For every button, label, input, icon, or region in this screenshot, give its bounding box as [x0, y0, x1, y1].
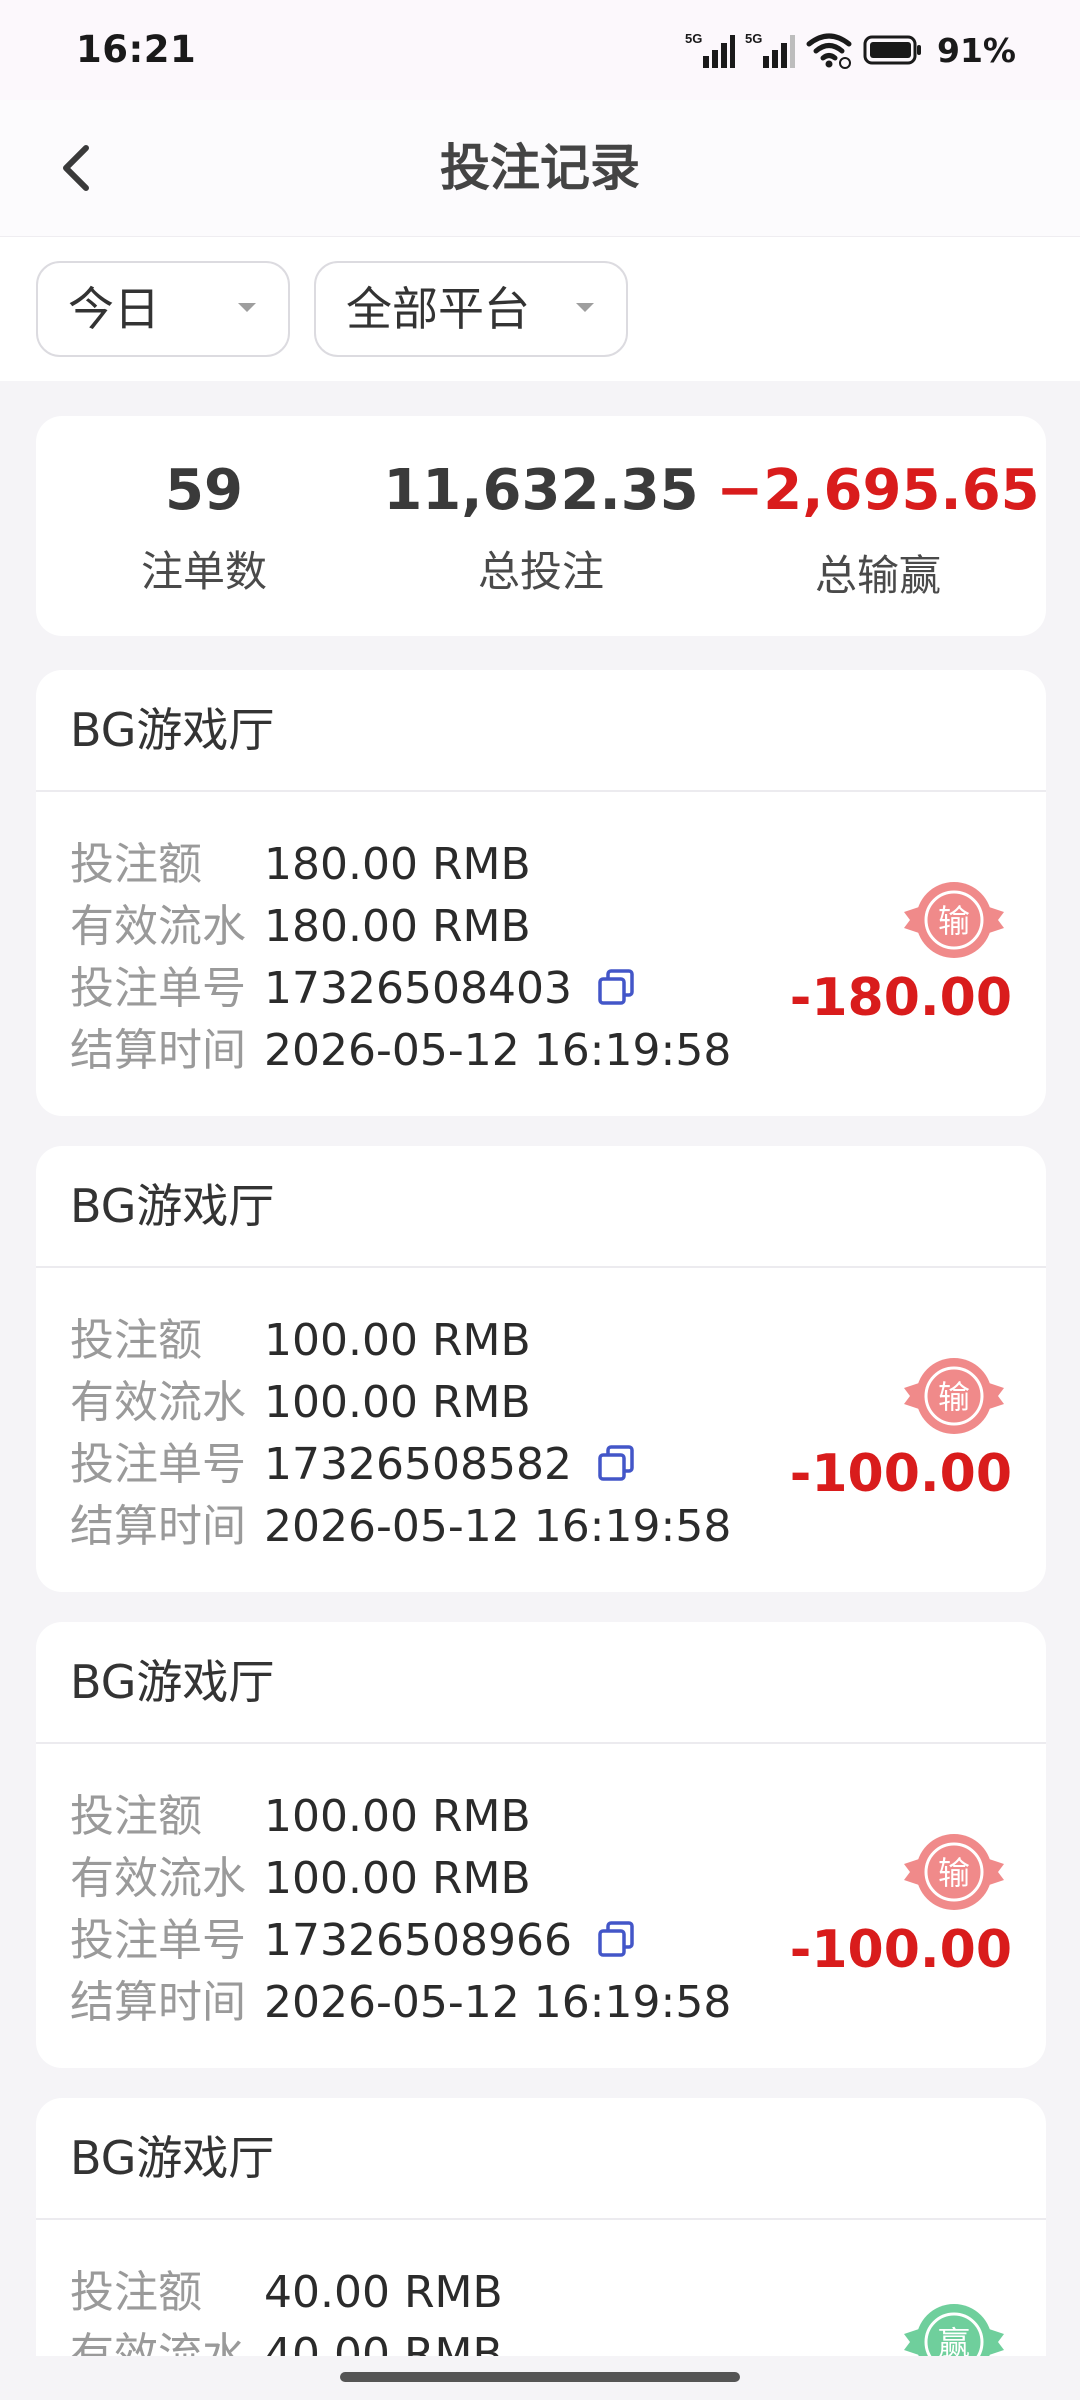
bet-card-header: BG游戏厅 — [36, 1622, 1046, 1744]
battery-percent: 91% — [937, 30, 1016, 70]
bet-amount-value: 100.00 RMB — [264, 1791, 531, 1842]
caret-down-icon — [576, 303, 594, 312]
settle-time-label: 结算时间 — [70, 1025, 246, 1076]
loss-stamp-text: 输 — [938, 1854, 970, 1892]
settle-time-value: 2026-05-12 16:19:58 — [264, 1025, 732, 1076]
bet-amount-row: 投注额 180.00 RMB — [70, 834, 531, 896]
game-hall-name: BG游戏厅 — [70, 2131, 275, 2185]
cellular-signal-icon-2: 5G — [745, 31, 795, 68]
bet-record-card[interactable]: BG游戏厅 投注额 100.00 RMB 有效流水 100.00 RMB 投注单号 1… — [36, 1622, 1046, 2068]
settle-time-row: 结算时间 2026-05-12 16:19:58 — [70, 1020, 731, 1082]
date-filter-select[interactable]: 今日 — [36, 261, 290, 357]
settle-time-value: 2026-05-12 16:19:58 — [264, 1977, 732, 2028]
battery-icon — [863, 35, 921, 65]
filter-row: 今日 全部平台 — [0, 236, 1080, 381]
cellular-signal-icon: 5G — [685, 31, 735, 68]
valid-turnover-row: 有效流水 180.00 RMB — [70, 896, 531, 958]
loss-stamp-icon: 输 — [904, 882, 1004, 958]
loss-stamp-text: 输 — [938, 902, 970, 940]
bet-amount-label: 投注额 — [70, 2267, 202, 2318]
order-number-value: 17326508582 — [264, 1439, 572, 1490]
valid-turnover-label: 有效流水 — [70, 1377, 246, 1428]
win-loss-amount: -100.00 — [789, 1444, 1012, 1504]
settle-time-label: 结算时间 — [70, 1501, 246, 1552]
game-hall-name: BG游戏厅 — [70, 703, 275, 757]
platform-filter-select[interactable]: 全部平台 — [314, 261, 628, 357]
caret-down-icon — [238, 303, 256, 312]
copy-icon[interactable] — [596, 1443, 636, 1483]
status-bar: 16:21 5G 5G 91% — [0, 0, 1080, 100]
settle-time-row: 结算时间 2026-05-12 16:19:58 — [70, 1496, 731, 1558]
bet-amount-label: 投注额 — [70, 1791, 202, 1842]
bet-card-header: BG游戏厅 — [36, 1146, 1046, 1268]
total-winloss-value: −2,695.65 — [716, 458, 1040, 523]
nav-bar: 投注记录 — [0, 100, 1080, 236]
valid-turnover-row: 有效流水 100.00 RMB — [70, 1848, 531, 1910]
bet-amount-label: 投注额 — [70, 1315, 202, 1366]
bet-record-card[interactable]: BG游戏厅 投注额 100.00 RMB 有效流水 100.00 RMB 投注单号 1… — [36, 1146, 1046, 1592]
back-button[interactable] — [46, 132, 110, 204]
settle-time-row: 结算时间 2026-05-12 16:19:58 — [70, 1972, 731, 2034]
copy-icon[interactable] — [596, 1919, 636, 1959]
bet-amount-row: 投注额 100.00 RMB — [70, 1786, 531, 1848]
bet-amount-value: 180.00 RMB — [264, 839, 531, 890]
bet-amount-value: 40.00 RMB — [264, 2267, 503, 2318]
total-bet-value: 11,632.35 — [383, 458, 699, 523]
valid-turnover-label: 有效流水 — [70, 901, 246, 952]
settle-time-value: 2026-05-12 16:19:58 — [264, 1501, 732, 1552]
order-number-value: 17326508403 — [264, 963, 572, 1014]
valid-turnover-value: 100.00 RMB — [264, 1853, 531, 1904]
total-bet-label: 总投注 — [477, 547, 604, 596]
order-number-value: 17326508966 — [264, 1915, 572, 1966]
wifi-icon — [806, 33, 852, 69]
win-loss-amount: -100.00 — [789, 1920, 1012, 1980]
order-number-label: 投注单号 — [70, 1915, 246, 1966]
bet-card-header: BG游戏厅 — [36, 2098, 1046, 2220]
win-loss-amount: -180.00 — [789, 968, 1012, 1028]
loss-stamp-text: 输 — [938, 1378, 970, 1416]
settle-time-label: 结算时间 — [70, 1977, 246, 2028]
chevron-left-icon — [63, 145, 89, 191]
page-title: 投注记录 — [440, 139, 640, 197]
game-hall-name: BG游戏厅 — [70, 1655, 275, 1709]
platform-filter-label: 全部平台 — [346, 282, 530, 336]
bet-count-label: 注单数 — [140, 547, 267, 596]
bet-amount-row: 投注额 40.00 RMB — [70, 2262, 503, 2324]
total-winloss-label: 总输赢 — [814, 551, 941, 600]
order-number-label: 投注单号 — [70, 1439, 246, 1490]
network-type-label: 5G — [685, 31, 702, 46]
bet-record-card[interactable]: BG游戏厅 投注额 40.00 RMB 有效流水 40.00 RMB 赢 — [36, 2098, 1046, 2398]
loss-stamp-icon: 输 — [904, 1358, 1004, 1434]
bet-amount-value: 100.00 RMB — [264, 1315, 531, 1366]
network-type-label-2: 5G — [745, 31, 762, 46]
valid-turnover-label: 有效流水 — [70, 1853, 246, 1904]
valid-turnover-row: 有效流水 100.00 RMB — [70, 1372, 531, 1434]
order-number-row: 投注单号 17326508403 — [70, 958, 636, 1020]
status-icons: 5G 5G 91% — [685, 27, 1016, 73]
status-time: 16:21 — [76, 28, 197, 71]
valid-turnover-value: 100.00 RMB — [264, 1377, 531, 1428]
summary-card: 59 注单数 11,632.35 总投注 −2,695.65 总输赢 — [36, 416, 1046, 636]
bet-card-header: BG游戏厅 — [36, 670, 1046, 792]
loss-stamp-icon: 输 — [904, 1834, 1004, 1910]
valid-turnover-value: 180.00 RMB — [264, 901, 531, 952]
order-number-row: 投注单号 17326508966 — [70, 1910, 636, 1972]
date-filter-label: 今日 — [68, 282, 160, 336]
bet-count-value: 59 — [165, 458, 243, 523]
home-indicator[interactable] — [340, 2372, 740, 2382]
bet-record-card[interactable]: BG游戏厅 投注额 180.00 RMB 有效流水 180.00 RMB 投注单号 1… — [36, 670, 1046, 1116]
bet-amount-row: 投注额 100.00 RMB — [70, 1310, 531, 1372]
order-number-label: 投注单号 — [70, 963, 246, 1014]
copy-icon[interactable] — [596, 967, 636, 1007]
bet-amount-label: 投注额 — [70, 839, 202, 890]
game-hall-name: BG游戏厅 — [70, 1179, 275, 1233]
order-number-row: 投注单号 17326508582 — [70, 1434, 636, 1496]
